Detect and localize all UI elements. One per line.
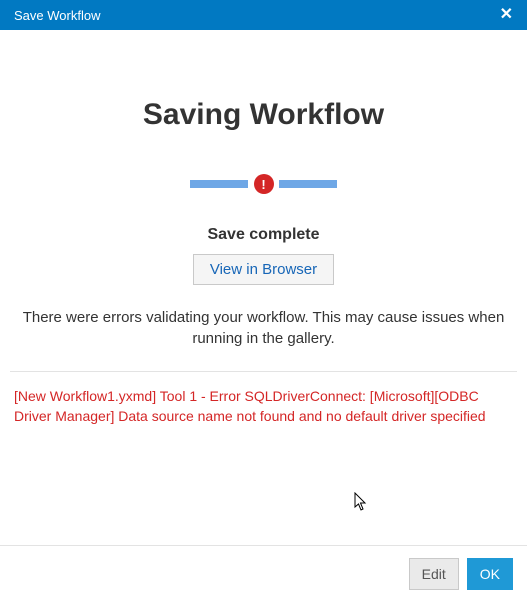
validation-warning: There were errors validating your workfl… <box>14 307 513 349</box>
close-icon[interactable]: ✕ <box>496 7 517 23</box>
edit-button[interactable]: Edit <box>409 558 459 590</box>
titlebar-title: Save Workflow <box>14 8 100 23</box>
dialog-footer: Edit OK <box>0 545 527 602</box>
error-badge-icon: ! <box>254 174 274 194</box>
cursor-icon <box>354 492 368 512</box>
view-in-browser-button[interactable]: View in Browser <box>193 254 334 285</box>
error-message: [New Workflow1.yxmd] Tool 1 - Error SQLD… <box>14 386 513 427</box>
dialog-content: Saving Workflow ! Save complete View in … <box>0 98 527 427</box>
progress-segment <box>190 180 248 188</box>
titlebar: Save Workflow ✕ <box>0 0 527 30</box>
ok-button[interactable]: OK <box>467 558 513 590</box>
status-text: Save complete <box>10 226 517 244</box>
page-title: Saving Workflow <box>10 98 517 132</box>
progress-segment <box>279 180 337 188</box>
divider <box>10 371 517 372</box>
progress-bar: ! <box>10 180 517 188</box>
